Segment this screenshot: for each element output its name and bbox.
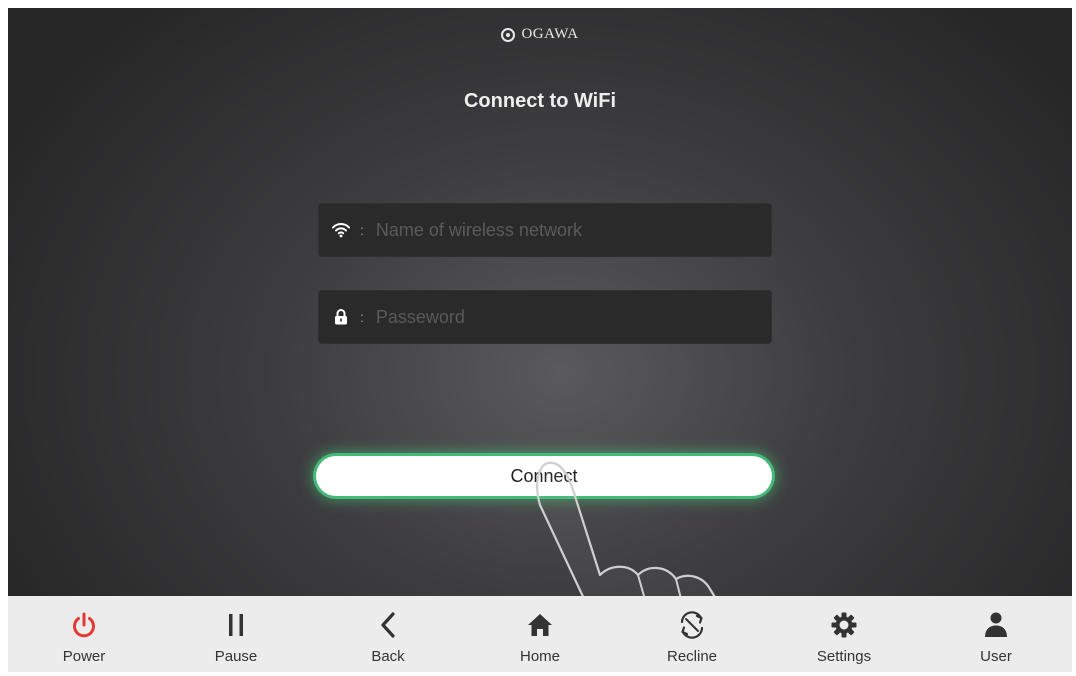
power-icon	[70, 610, 98, 640]
lock-icon	[332, 308, 350, 326]
pause-icon	[226, 610, 246, 640]
nav-label: Power	[62, 648, 106, 665]
field-separator: :	[360, 222, 364, 238]
nav-home-button[interactable]: Home	[480, 596, 600, 665]
nav-pause-button[interactable]: Pause	[176, 596, 296, 665]
nav-recline-button[interactable]: Recline	[632, 596, 752, 665]
nav-label: Back	[371, 648, 405, 665]
network-name-input[interactable]	[373, 218, 738, 242]
nav-label: Pause	[214, 648, 258, 665]
nav-user-button[interactable]: User	[936, 596, 1056, 665]
home-icon	[526, 610, 554, 640]
gear-icon	[830, 610, 858, 640]
field-separator: :	[360, 309, 364, 325]
nav-label: Settings	[816, 648, 872, 665]
chevron-left-icon	[378, 610, 398, 640]
bottom-navbar: Power Pause Back Home Recline Settings U…	[8, 596, 1072, 672]
password-input[interactable]	[373, 305, 738, 329]
nav-label: User	[980, 648, 1012, 665]
nav-settings-button[interactable]: Settings	[784, 596, 904, 665]
logo-text: OGAWA	[521, 26, 579, 42]
nav-label: Home	[519, 648, 560, 665]
user-icon	[983, 610, 1009, 640]
ogawa-logo-icon	[501, 27, 516, 42]
nav-label: Recline	[666, 648, 718, 665]
network-name-field[interactable]: :	[318, 203, 772, 257]
page-title: Connect to WiFi	[463, 90, 617, 112]
wifi-setup-screen: OGAWA Connect to WiFi : : Connect	[8, 8, 1072, 672]
nav-power-button[interactable]: Power	[24, 596, 144, 665]
wifi-icon	[332, 221, 350, 239]
recline-icon	[677, 610, 707, 640]
brand-logo: OGAWA	[8, 26, 1072, 43]
nav-back-button[interactable]: Back	[328, 596, 448, 665]
connect-button[interactable]: Connect	[316, 456, 772, 496]
password-field[interactable]: :	[318, 290, 772, 344]
